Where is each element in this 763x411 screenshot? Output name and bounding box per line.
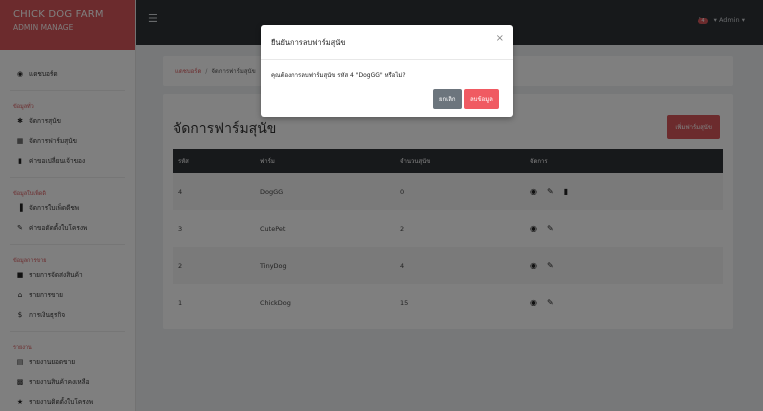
modal-message: คุณต้องการลบฟาร์มสุนัข รหัส 4 "DogGG" หร… xyxy=(271,72,406,79)
divider xyxy=(261,59,513,60)
close-icon[interactable]: × xyxy=(496,33,504,44)
modal-title: ยืนยันการลบฟาร์มสุนัข xyxy=(271,38,346,47)
delete-button[interactable]: ลบข้อมูล xyxy=(464,89,499,109)
cancel-button[interactable]: ยกเลิก xyxy=(433,89,462,109)
delete-confirm-modal: ยืนยันการลบฟาร์มสุนัข × คุณต้องการลบฟาร์… xyxy=(261,25,513,117)
